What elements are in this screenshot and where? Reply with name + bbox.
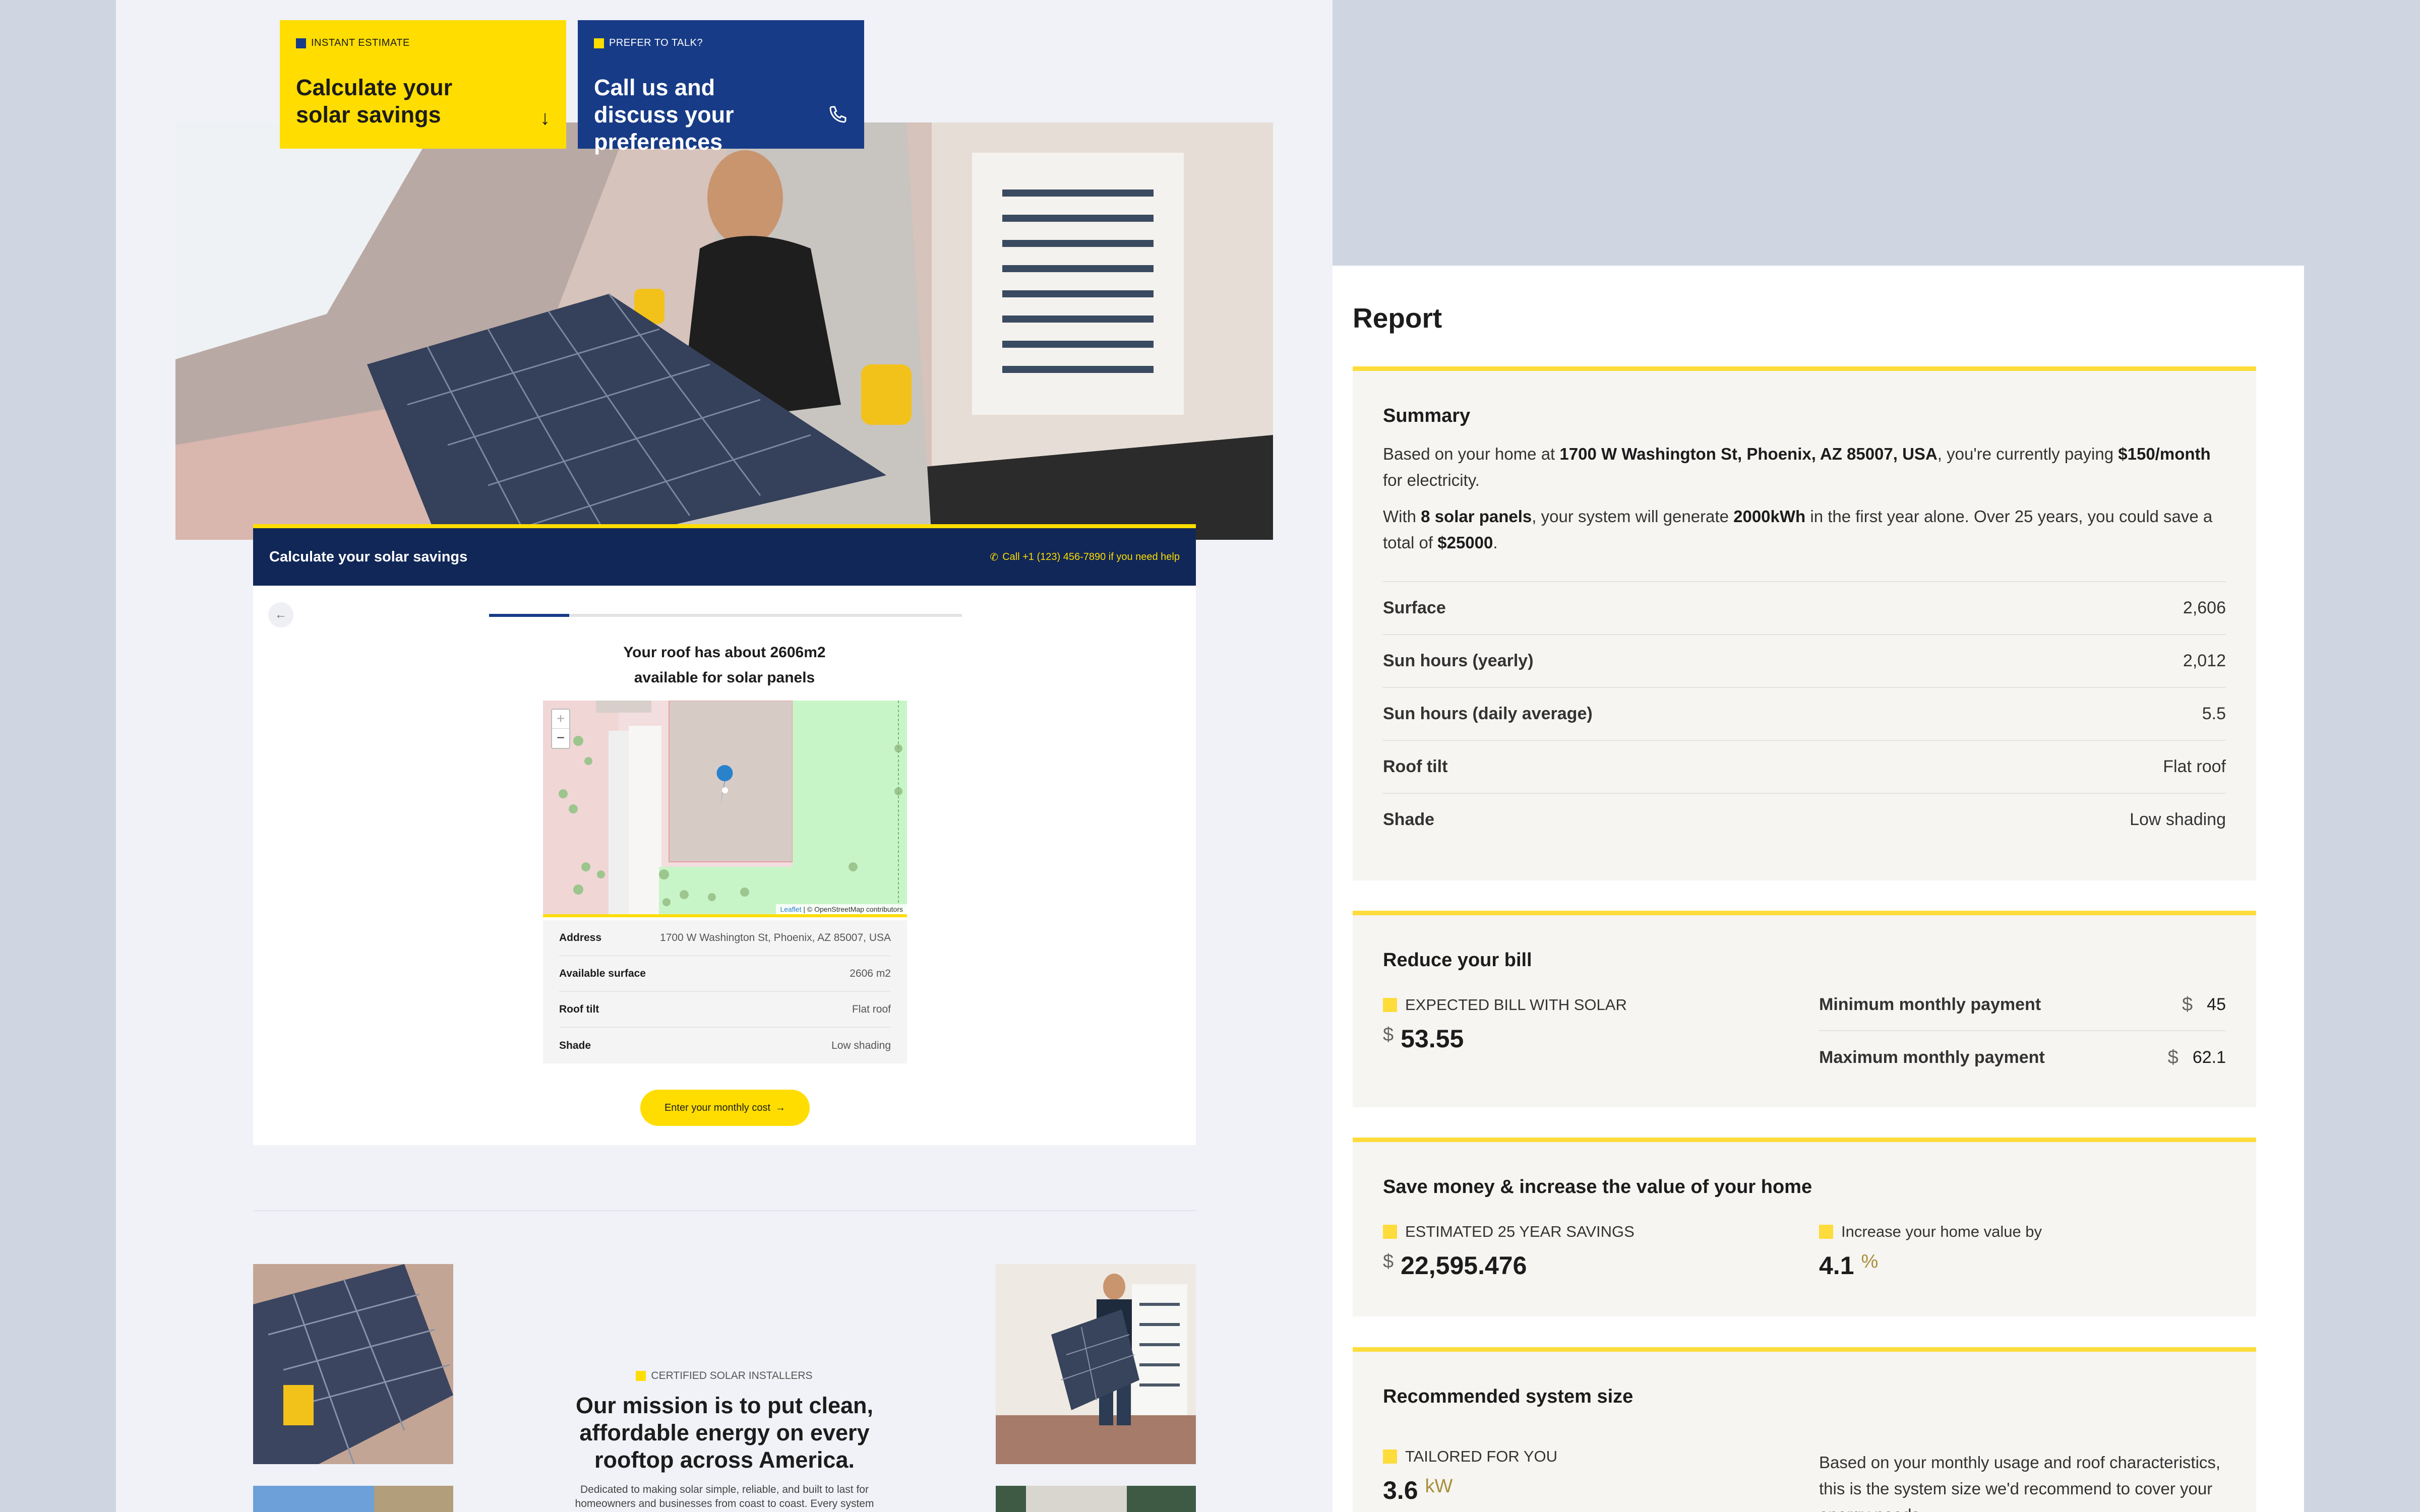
summary-paragraph-2: With 8 solar panels, your system will ge… — [1383, 507, 2213, 552]
installer-photo-4 — [996, 1486, 1196, 1512]
call-us-card[interactable]: PREFER TO TALK? Call us and discuss your… — [578, 20, 864, 155]
stat-row: Shade Low shading — [1383, 793, 2226, 846]
stat-row: Surface 2,606 — [1383, 581, 2226, 634]
stat-label: Shade — [1383, 810, 1435, 829]
summary-title: Summary — [1383, 405, 1471, 426]
max-payment-value: 62.1 — [2192, 1047, 2226, 1067]
instant-estimate-tag: INSTANT ESTIMATE — [296, 37, 550, 49]
system-size-description: Based on your monthly usage and roof cha… — [1819, 1453, 2221, 1512]
tag-square-icon — [594, 38, 604, 48]
table-value: 1700 W Washington St, Phoenix, AZ 85007,… — [660, 931, 891, 943]
min-payment-row: Minimum monthly payment $45 — [1819, 979, 2226, 1031]
roof-heading: Your roof has about 2606m2 available for… — [623, 644, 826, 686]
phone-icon: ✆ — [990, 551, 999, 563]
calculator-title: Calculate your solar savings — [269, 548, 468, 565]
installer-photo-3 — [253, 1486, 453, 1512]
stat-label: Sun hours (daily average) — [1383, 704, 1593, 723]
payment-range: Minimum monthly payment $45 Maximum mont… — [1819, 979, 2226, 1084]
zoom-in-button[interactable]: + — [552, 710, 569, 729]
summary-section: Summary Based on your home at 1700 W Was… — [1353, 366, 2256, 880]
instant-estimate-title: Calculate your solar savings — [296, 75, 453, 128]
section-divider — [253, 1210, 1196, 1211]
stat-label: Surface — [1383, 598, 1446, 617]
leaflet-link[interactable]: Leaflet — [780, 905, 801, 913]
max-payment-row: Maximum monthly payment $62.1 — [1819, 1046, 2226, 1068]
table-row: Shade Low shading — [559, 1028, 891, 1063]
stat-label: Sun hours (yearly) — [1383, 651, 1534, 670]
enter-monthly-cost-button[interactable]: Enter your monthly cost → — [640, 1090, 810, 1126]
landing-page: INSTANT ESTIMATE Calculate your solar sa… — [116, 0, 1333, 1512]
stat-value: 5.5 — [2202, 704, 2226, 723]
call-us-title: Call us and discuss your preferences — [594, 75, 734, 155]
mission-body: Dedicated to making solar simple, reliab… — [575, 1484, 874, 1509]
calculator-header: Calculate your solar savings ✆ Call +1 (… — [253, 524, 1196, 586]
summary-paragraph-1: Based on your home at 1700 W Washington … — [1383, 445, 2211, 489]
table-row: Available surface 2606 m2 — [559, 956, 891, 992]
table-key: Available surface — [559, 967, 646, 979]
map-zoom-control: + − — [551, 709, 570, 749]
tag-square-icon — [296, 38, 306, 48]
table-value: Flat roof — [852, 1003, 891, 1015]
map-attribution: Leaflet | © OpenStreetMap contributors — [776, 904, 907, 914]
stat-value: Flat roof — [2163, 757, 2226, 776]
tag-square-icon — [1383, 1450, 1397, 1464]
mission-heading: Our mission is to put clean, affordable … — [575, 1393, 874, 1473]
arrow-down-icon: ↓ — [540, 107, 550, 129]
tag-square-icon — [1819, 1225, 1833, 1239]
stat-row: Sun hours (yearly) 2,012 — [1383, 634, 2226, 687]
tag-square-icon — [636, 1371, 646, 1381]
progress-bar — [489, 614, 962, 617]
table-row: Roof tilt Flat roof — [559, 992, 891, 1028]
system-size-value-block: TAILORED FOR YOU 3.6 kW — [1383, 1447, 1558, 1504]
reduce-bill-section: Reduce your bill EXPECTED BILL WITH SOLA… — [1353, 911, 2256, 1107]
system-size-section: Recommended system size TAILORED FOR YOU… — [1353, 1347, 2256, 1512]
min-payment-value: 45 — [2207, 994, 2226, 1014]
mission-tag: CERTIFIED SOLAR INSTALLERS — [116, 1370, 1333, 1382]
summary-stats: Surface 2,606 Sun hours (yearly) 2,012 Sun h… — [1383, 581, 2226, 846]
table-key: Address — [559, 931, 602, 943]
installer-photo-2 — [996, 1264, 1196, 1464]
expected-bill-value: 53.55 — [1401, 1025, 1464, 1053]
phone-icon — [828, 104, 848, 130]
home-value-increase: Increase your home value by 4.1% — [1819, 1223, 2042, 1280]
installer-photo-1 — [253, 1264, 453, 1464]
tag-square-icon — [1383, 998, 1397, 1012]
expected-bill: EXPECTED BILL WITH SOLAR $53.55 — [1383, 996, 1627, 1053]
progress-fill — [489, 614, 570, 617]
call-us-tag: PREFER TO TALK? — [594, 37, 848, 49]
savings-estimate: ESTIMATED 25 YEAR SAVINGS $22,595.476 — [1383, 1223, 1635, 1280]
home-value: 4.1 — [1819, 1251, 1854, 1280]
back-button[interactable]: ← — [268, 602, 293, 627]
instant-estimate-card[interactable]: INSTANT ESTIMATE Calculate your solar sa… — [280, 20, 566, 149]
zoom-out-button[interactable]: − — [552, 729, 569, 748]
stat-value: 2,012 — [2183, 651, 2226, 670]
help-phone-link[interactable]: ✆ Call +1 (123) 456-7890 if you need hel… — [990, 551, 1180, 563]
solar-calculator: Calculate your solar savings ✆ Call +1 (… — [253, 524, 1196, 1145]
stat-value: Low shading — [2130, 810, 2226, 829]
report-title: Report — [1353, 302, 1442, 334]
arrow-right-icon: → — [775, 1102, 786, 1113]
stat-row: Sun hours (daily average) 5.5 — [1383, 687, 2226, 740]
system-size-value: 3.6 — [1383, 1476, 1418, 1504]
table-value: 2606 m2 — [850, 967, 891, 979]
table-key: Roof tilt — [559, 1003, 599, 1015]
roof-info-table: Address 1700 W Washington St, Phoenix, AZ… — [543, 920, 907, 1063]
savings-value: 22,595.476 — [1401, 1251, 1527, 1280]
table-key: Shade — [559, 1039, 591, 1051]
stat-label: Roof tilt — [1383, 757, 1448, 776]
roof-map[interactable]: + − Leaflet | © OpenStreetMap contributo… — [543, 701, 907, 917]
stat-row: Roof tilt Flat roof — [1383, 740, 2226, 793]
table-row: Address 1700 W Washington St, Phoenix, AZ… — [559, 920, 891, 956]
tag-square-icon — [1383, 1225, 1397, 1239]
savings-section: Save money & increase the value of your … — [1353, 1138, 2256, 1316]
report-panel: Report Summary Based on your home at 170… — [1333, 266, 2304, 1512]
savings-title: Save money & increase the value of your … — [1383, 1176, 1812, 1198]
stat-value: 2,606 — [2183, 598, 2226, 617]
reduce-bill-title: Reduce your bill — [1383, 950, 1532, 971]
table-value: Low shading — [831, 1039, 891, 1051]
system-size-title: Recommended system size — [1383, 1386, 1634, 1407]
hero-image — [175, 122, 1273, 540]
